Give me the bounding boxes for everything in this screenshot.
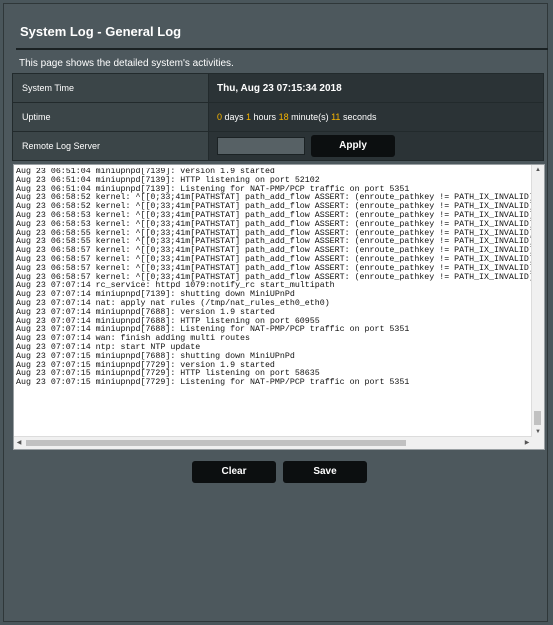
log-textarea[interactable]: Aug 23 06:51:04 miniupnpd[7139]: version… [13,164,545,450]
title-divider [16,48,548,50]
remote-log-server-label: Remote Log Server [12,131,209,161]
system-time-cell: Thu, Aug 23 07:15:34 2018 [208,73,544,103]
arrow-right-icon[interactable]: ▶ [522,437,532,449]
save-button[interactable]: Save [283,461,367,483]
page-title: System Log - General Log [20,24,182,39]
system-time-row: System Time Thu, Aug 23 07:15:34 2018 [12,73,544,103]
vertical-scrollbar[interactable]: ▲ ▼ [531,165,544,437]
uptime-value: 0 days 1 hours 18 minute(s) 11 seconds [208,102,544,132]
remote-log-server-input[interactable] [217,137,305,155]
page-description: This page shows the detailed system's ac… [19,58,234,69]
apply-button[interactable]: Apply [311,135,395,157]
clear-button[interactable]: Clear [192,461,276,483]
uptime-row: Uptime 0 days 1 hours 18 minute(s) 11 se… [12,102,544,132]
uptime-label: Uptime [12,102,209,132]
arrow-left-icon[interactable]: ◀ [14,437,24,449]
resize-grip-icon[interactable] [532,437,544,449]
log-content: Aug 23 06:51:04 miniupnpd[7139]: version… [16,168,531,388]
uptime-seconds-unit: seconds [340,112,377,122]
system-time-label: System Time [12,73,209,103]
uptime-days-unit: days [222,112,247,122]
uptime-hours-unit: hours [251,112,279,122]
uptime-minutes: 18 [278,112,289,122]
remote-log-server-row: Remote Log Server Apply [12,131,544,161]
system-time-value: Thu, Aug 23 07:15:34 2018 [217,82,342,94]
horizontal-scrollbar[interactable]: ◀ ▶ [14,436,532,449]
remote-log-server-cell: Apply [208,131,544,161]
arrow-down-icon[interactable]: ▼ [532,427,544,437]
vertical-scroll-thumb[interactable] [534,411,541,425]
system-info-table: System Time Thu, Aug 23 07:15:34 2018 Up… [12,73,544,161]
uptime-minutes-unit: minute(s) [288,112,332,122]
horizontal-scroll-thumb[interactable] [26,440,406,446]
arrow-up-icon[interactable]: ▲ [532,165,544,175]
